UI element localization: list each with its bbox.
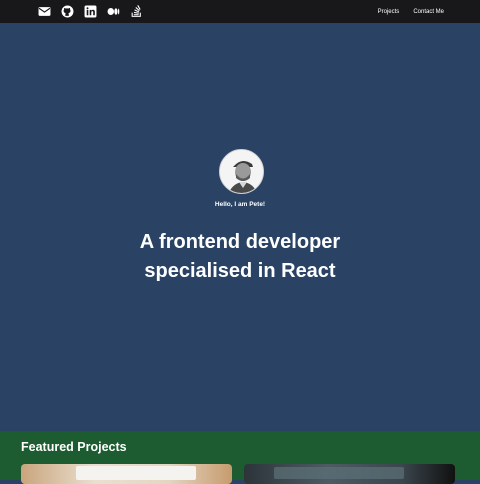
mail-icon[interactable] [38,5,51,18]
headline-line-2: specialised in React [144,260,336,282]
featured-projects-section: Featured Projects [0,431,480,484]
nav-links: Projects Contact Me [378,9,480,15]
stackoverflow-icon[interactable] [130,5,143,18]
top-navbar: Projects Contact Me [0,0,480,23]
nav-projects-link[interactable]: Projects [378,9,400,15]
hero-greeting: Hello, I am Pete! [214,201,266,208]
avatar [219,149,264,194]
hero-section: Hello, I am Pete! A frontend developer s… [0,23,480,431]
headline-line-1: A frontend developer [139,231,341,253]
linkedin-icon[interactable] [84,5,97,18]
project-card-2[interactable] [244,464,455,484]
medium-icon[interactable] [107,5,120,18]
github-icon[interactable] [61,5,74,18]
project-card-image [76,466,196,480]
project-card-image [274,467,404,479]
project-card-1[interactable] [21,464,232,484]
hero-headline: A frontend developer specialised in Reac… [0,228,480,286]
section-title: Featured Projects [21,440,127,454]
nav-contact-link[interactable]: Contact Me [413,9,444,15]
social-links [0,5,143,18]
